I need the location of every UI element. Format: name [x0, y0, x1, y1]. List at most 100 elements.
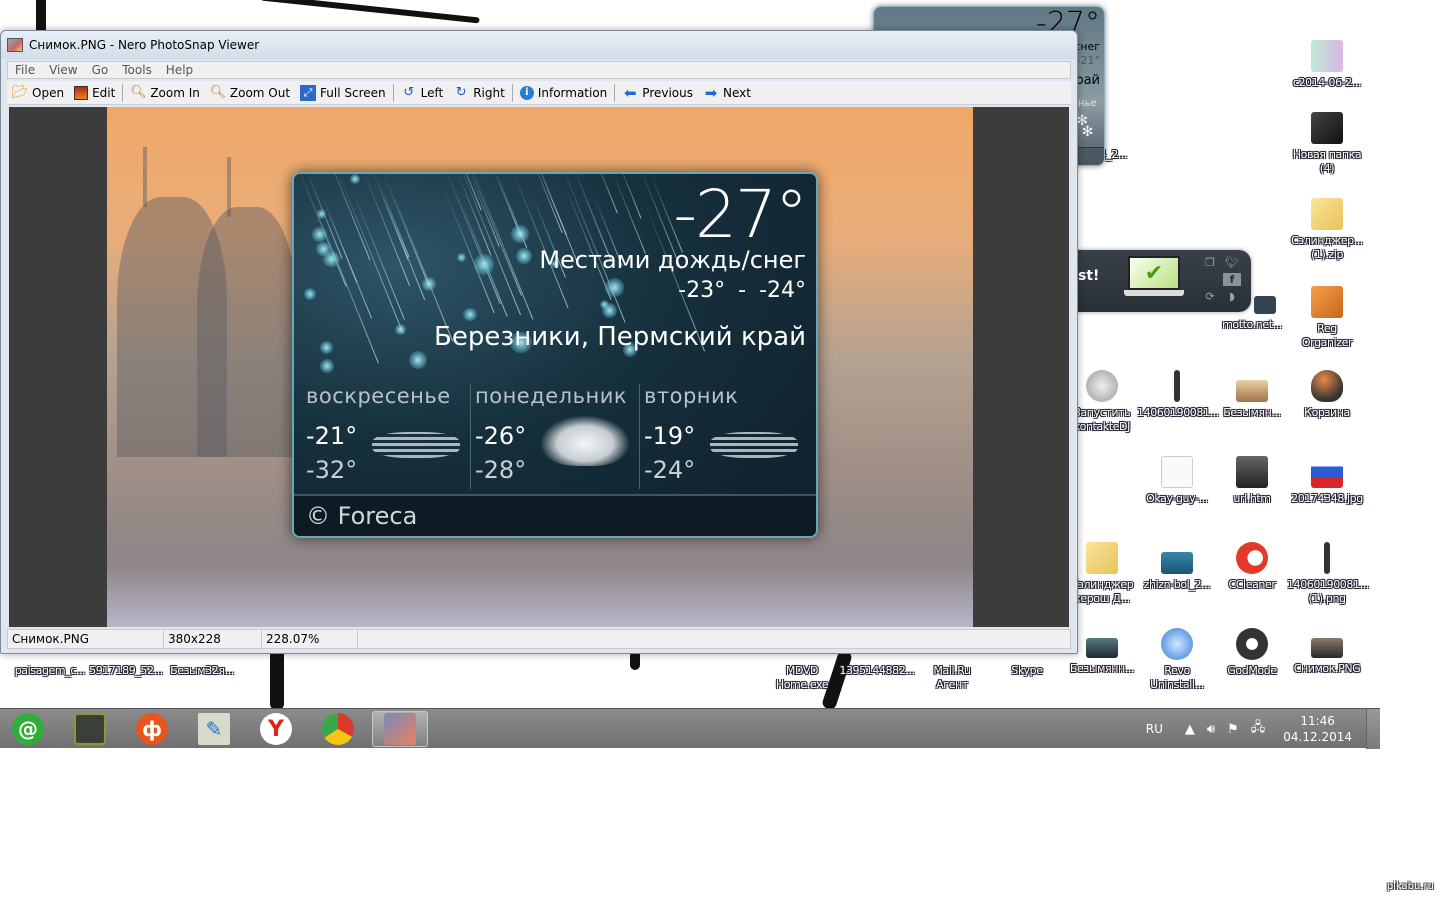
taskbar-app-nero-photosnap[interactable] [372, 711, 428, 747]
zoom-out-button[interactable]: 🔍︎ Zoom Out [205, 82, 295, 104]
open-folder-icon: 📂︎ [11, 84, 29, 100]
refresh-icon[interactable]: ⟳ [1201, 290, 1219, 303]
zoom-out-icon: 🔍︎ [209, 84, 227, 100]
rain-droplet [394, 324, 406, 336]
toolbar: 📂︎ Open Edit 🔍︎ Zoom In 🔍︎ Zoom Out ⤢ Fu… [7, 81, 1071, 105]
taskbar-app-notepad[interactable]: ✎ [186, 711, 242, 747]
volume-icon[interactable]: 🔊︎ [1207, 722, 1215, 737]
image-file-icon [1311, 40, 1343, 72]
status-bar: Снимок.PNG 380x228 228.07% [7, 629, 1071, 649]
show-desktop-button[interactable] [1366, 709, 1380, 749]
zoom-in-button[interactable]: 🔍︎ Zoom In [125, 82, 205, 104]
social-widget[interactable]: st! ✔ ❐ 🐦︎ f ⟳ ◗ [1076, 250, 1251, 312]
russian-flag-image-icon [1311, 456, 1343, 488]
godmode-gear-icon [1236, 628, 1268, 660]
rain-droplet [320, 341, 334, 355]
desktop-icon[interactable]: CCleaner [1212, 542, 1292, 592]
taskbar-app-browser[interactable] [310, 711, 366, 747]
desktop-icon[interactable]: Okay-guy-... [1137, 456, 1217, 506]
image-file-icon [1254, 296, 1276, 314]
toolbar-separator [511, 83, 513, 102]
menu-help[interactable]: Help [159, 63, 200, 77]
screenshot-stage: c2014-06-2... Новая папка (4) Сэлинджер.… [0, 0, 1440, 900]
rotate-left-button[interactable]: ↺ Left [396, 82, 449, 104]
menu-view[interactable]: View [42, 63, 84, 77]
status-zoom: 228.07% [262, 630, 358, 648]
information-button[interactable]: i Information [515, 82, 612, 104]
previous-button[interactable]: ⬅ Previous [617, 82, 698, 104]
clock-time: 11:46 [1300, 714, 1335, 728]
status-dimensions: 380x228 [164, 630, 262, 648]
rain-droplet [463, 307, 477, 322]
window-icon[interactable]: ❐ [1201, 256, 1219, 269]
system-tray: RU ▲ 🔊︎ ⚑ 🖧 11:46 04.12.2014 [1146, 709, 1380, 749]
desktop-icon[interactable]: 14060190081... (1).png [1287, 542, 1369, 606]
wallpaper-stroke [260, 0, 480, 24]
desktop-icon[interactable]: url.htm [1212, 456, 1292, 506]
rotate-left-icon: ↺ [403, 84, 415, 100]
desktop-icon[interactable]: 20174348.jpg [1287, 456, 1367, 506]
open-button[interactable]: 📂︎ Open [7, 82, 69, 104]
rain-streak [612, 174, 647, 255]
window-title: Снимок.PNG - Nero PhotoSnap Viewer [29, 38, 260, 52]
taskbar-app-mail-agent[interactable]: @ [0, 711, 56, 747]
menu-file[interactable]: File [8, 63, 42, 77]
desktop-icon[interactable]: Безымян... [1212, 370, 1292, 420]
html-file-icon [1236, 456, 1268, 488]
taskbar-app-fenix[interactable]: ф [124, 711, 180, 747]
edit-icon [74, 85, 89, 100]
temperature-range: -23° - -24° [678, 278, 806, 303]
network-icon[interactable]: 🖧 [1251, 718, 1266, 740]
taskbar-app-briefcase[interactable] [62, 711, 118, 747]
forecast-day: понедельник -26° -28° [471, 384, 640, 489]
desktop-icon[interactable]: c2014-06-2... [1287, 40, 1367, 90]
forecast-day: вторник -19° -24° [640, 384, 808, 489]
desktop-icon[interactable]: Reg Organizer [1287, 286, 1367, 350]
desktop-icon[interactable]: Новая папка (4) [1287, 112, 1367, 176]
rain-droplet [511, 224, 530, 243]
image-file-icon [1236, 380, 1268, 402]
edit-button[interactable]: Edit [69, 82, 120, 104]
arrow-left-icon: ⬅ [624, 83, 637, 102]
rain-droplet [304, 288, 317, 301]
facebook-icon[interactable]: f [1223, 273, 1241, 286]
cloudy-icon [541, 416, 629, 466]
rain-droplet [515, 248, 532, 265]
desktop-icon[interactable]: Корзина [1287, 370, 1367, 420]
desktop-icon[interactable]: Revo Uninstall... [1137, 628, 1217, 692]
desktop-icon[interactable]: zhizn-bol_2... [1137, 542, 1217, 592]
image-file-icon [1174, 370, 1180, 402]
full-screen-button[interactable]: ⤢ Full Screen [295, 82, 391, 104]
foreca-credit: © Foreca [294, 494, 816, 536]
desktop-icon[interactable]: Снимок.PNG [1287, 628, 1367, 676]
menu-go[interactable]: Go [85, 63, 116, 77]
image-file-icon [1161, 456, 1193, 488]
rss-icon[interactable]: ◗ [1223, 290, 1241, 303]
twitter-icon[interactable]: 🐦︎ [1223, 256, 1241, 269]
rain-droplet [317, 209, 327, 219]
desktop-icon[interactable]: 14060190081... [1137, 370, 1219, 420]
menu-tools[interactable]: Tools [115, 63, 159, 77]
nero-photosnap-icon [384, 713, 416, 745]
clock[interactable]: 11:46 04.12.2014 [1283, 713, 1352, 745]
show-hidden-icons-arrow-icon[interactable]: ▲ [1185, 722, 1195, 737]
taskbar-app-yandex-browser[interactable]: Y [248, 711, 304, 747]
rain-droplet [456, 252, 467, 263]
yandex-browser-icon: Y [260, 713, 292, 745]
toolbar-separator [614, 83, 616, 102]
desktop: c2014-06-2... Новая папка (4) Сэлинджер.… [0, 0, 1380, 708]
next-button[interactable]: ➡ Next [698, 82, 756, 104]
rotate-right-button[interactable]: ↻ Right [448, 82, 510, 104]
zoom-in-icon: 🔍︎ [130, 84, 147, 100]
rotate-right-icon: ↻ [455, 84, 467, 100]
language-indicator[interactable]: RU [1146, 722, 1163, 736]
zip-folder-icon [1311, 198, 1343, 230]
photosnap-app-icon [7, 38, 23, 52]
desktop-icon[interactable]: Сэлинджер... (1).zip [1287, 198, 1367, 262]
window-titlebar[interactable]: Снимок.PNG - Nero PhotoSnap Viewer [1, 31, 1077, 59]
desktop-icon[interactable]: GodMode [1212, 628, 1292, 678]
menu-bar: File View Go Tools Help [7, 61, 1071, 79]
rain-droplet [602, 302, 618, 318]
action-center-flag-icon[interactable]: ⚑ [1227, 722, 1239, 737]
arrow-right-icon: ➡ [704, 83, 718, 102]
